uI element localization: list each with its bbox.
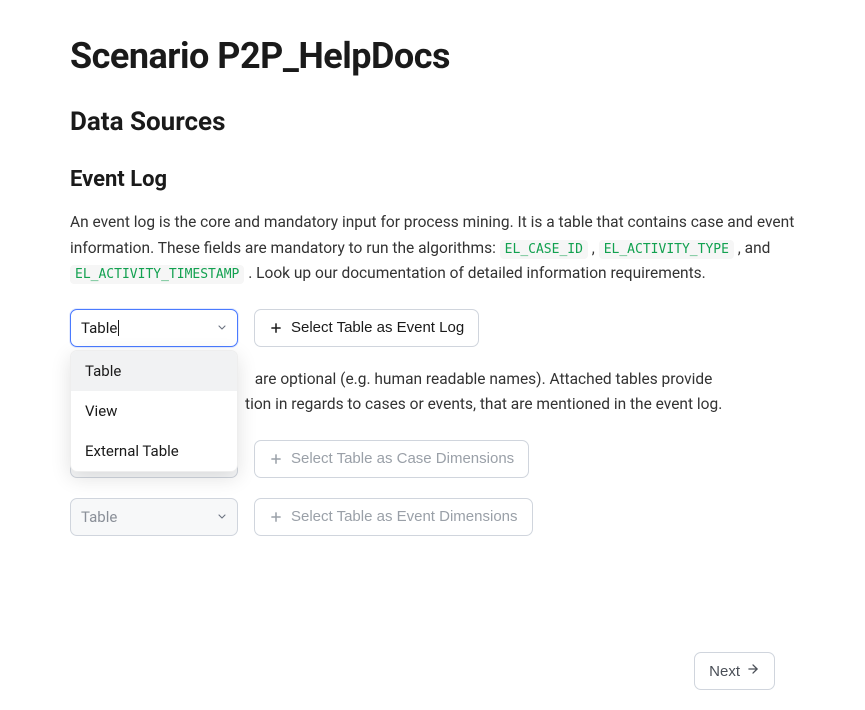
event-dim-select-value: Table [81,508,117,526]
plus-icon [269,510,283,524]
event-log-row: Table Table View External Table Select T… [70,309,795,347]
dropdown-option-table[interactable]: Table [71,351,237,391]
section-title: Data Sources [70,107,795,137]
event-log-select-value: Table [81,319,117,337]
select-case-dim-label: Select Table as Case Dimensions [291,450,514,467]
text-cursor [118,320,119,336]
dim-desc-visible-2: tion in regards to cases or events, that… [245,392,795,418]
code-el-activity-timestamp: EL_ACTIVITY_TIMESTAMP [70,265,244,284]
event-dimensions-row: Table Select Table as Event Dimensions [70,498,795,536]
event-dimensions-type-select[interactable]: Table [70,498,238,536]
desc-text-post: . Look up our documentation of detailed … [244,264,705,282]
event-log-description: An event log is the core and mandatory i… [70,210,795,287]
next-label: Next [709,663,740,680]
code-el-activity-type: EL_ACTIVITY_TYPE [599,240,734,259]
plus-icon [269,452,283,466]
code-el-case-id: EL_CASE_ID [500,240,588,259]
select-event-log-label: Select Table as Event Log [291,319,464,336]
event-log-type-dropdown: Table View External Table [70,350,238,472]
dim-desc-visible-1: Xare optional (e.g. human readable names… [245,367,795,393]
select-event-log-button[interactable]: Select Table as Event Log [254,309,479,347]
footer: Next [694,652,775,690]
event-log-type-select[interactable]: Table [70,309,238,347]
sep1: , [588,239,599,257]
select-case-dimensions-button[interactable]: Select Table as Case Dimensions [254,440,529,478]
select-event-dimensions-button[interactable]: Select Table as Event Dimensions [254,498,533,536]
dropdown-option-external-table[interactable]: External Table [71,431,237,471]
dropdown-option-view[interactable]: View [71,391,237,431]
select-event-dim-label: Select Table as Event Dimensions [291,508,518,525]
plus-icon [269,321,283,335]
event-dim-select-wrap: Table [70,498,238,536]
next-button[interactable]: Next [694,652,775,690]
sep2: , and [734,239,770,257]
event-log-heading: Event Log [70,167,795,192]
page-title: Scenario P2P_HelpDocs [70,35,795,77]
event-log-select-wrap: Table Table View External Table [70,309,238,347]
arrow-right-icon [746,662,760,680]
